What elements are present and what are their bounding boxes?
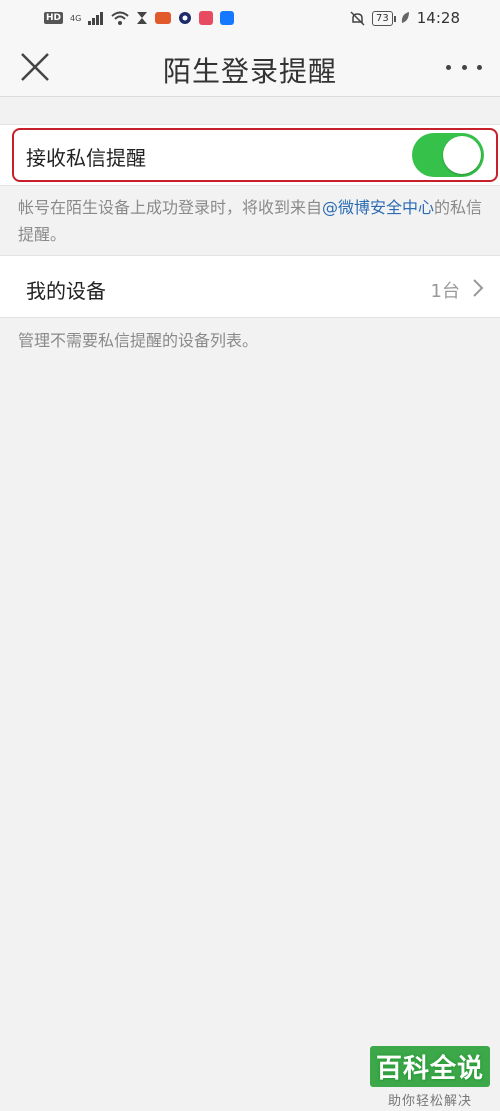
my-devices-label: 我的设备 [26, 279, 106, 303]
my-devices-description: 管理不需要私信提醒的设备列表。 [18, 331, 259, 350]
weibo-security-center-link[interactable]: @微博安全中心 [322, 198, 434, 217]
status-right: 73 14:28 [350, 9, 460, 27]
network-type: 4G [70, 13, 82, 23]
my-devices-row[interactable]: 我的设备 1台 [0, 255, 500, 318]
clock: 14:28 [416, 9, 460, 27]
watermark-subtitle: 助你轻松解决 [387, 1094, 472, 1109]
chevron-right-icon [473, 279, 484, 297]
more-dot [477, 64, 482, 70]
alipay-icon [220, 11, 235, 25]
app-icon-red [155, 12, 172, 24]
more-dot [446, 64, 451, 70]
page-title: 陌生登录提醒 [162, 55, 337, 88]
watermark-title: 百科全说 [370, 1046, 490, 1087]
wifi-icon [111, 11, 129, 25]
mute-bell-icon [350, 10, 365, 26]
hd-badge: HD [44, 12, 64, 24]
status-left: HD 4G [44, 11, 235, 25]
description-text: 帐号在陌生设备上成功登录时，将收到来自 [18, 198, 323, 217]
leaf-icon [401, 12, 409, 23]
battery-indicator: 73 [372, 10, 396, 26]
signal-icon [88, 12, 104, 25]
receive-dm-alert-description: 帐号在陌生设备上成功登录时，将收到来自@微博安全中心的私信提醒。 [18, 194, 484, 248]
devices-count: 1台 [430, 281, 460, 302]
watermark-logo: 百科全说 助你轻松解决 [370, 1046, 490, 1109]
app-icon-pink [199, 11, 214, 25]
highlight-annotation [12, 128, 498, 182]
status-bar: HD 4G 73 14:28 [0, 0, 500, 36]
more-dot [461, 64, 467, 70]
circle-app-icon [179, 12, 192, 24]
more-options-icon[interactable] [446, 54, 482, 80]
hourglass-icon [137, 12, 148, 24]
nav-bar: 陌生登录提醒 [0, 36, 500, 97]
